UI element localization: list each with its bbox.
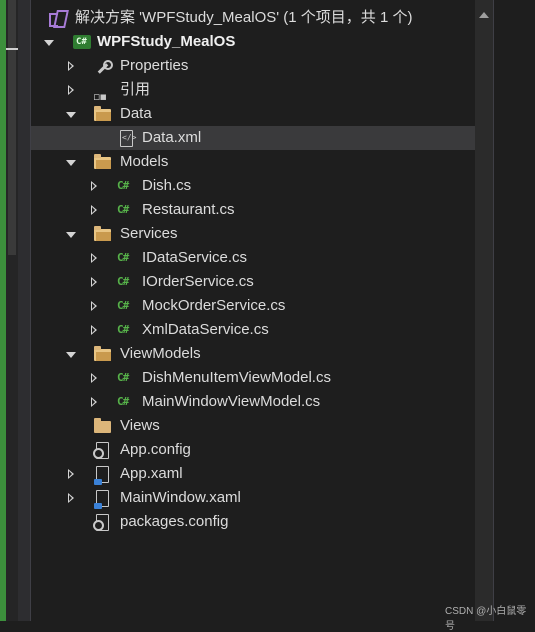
mainwindowviewmodel-cs-label: MainWindowViewModel.cs <box>142 393 321 410</box>
tree-item-xmldataservice-cs[interactable]: C# XmlDataService.cs <box>31 318 475 342</box>
collapse-arrow-icon[interactable] <box>43 30 55 54</box>
collapse-arrow-icon[interactable] <box>65 150 77 174</box>
dish-cs-label: Dish.cs <box>142 177 192 194</box>
watermark: CSDN @小白鼠零号 <box>445 606 527 632</box>
tree-item-views-folder[interactable]: Views <box>31 414 475 438</box>
csharp-file-icon: C# <box>117 299 129 312</box>
solution-icon <box>49 9 69 28</box>
config-file-icon <box>93 513 111 531</box>
xmldataservice-cs-label: XmlDataService.cs <box>142 321 269 338</box>
tree-item-references[interactable]: ▫▪ 引用 <box>31 78 475 103</box>
folder-open-icon <box>93 345 111 363</box>
tree-item-data-folder[interactable]: Data <box>31 102 475 126</box>
tree-item-restaurant-cs[interactable]: C# Restaurant.cs <box>31 198 475 222</box>
tree-item-models-folder[interactable]: Models <box>31 150 475 174</box>
scroll-up-arrow-icon[interactable] <box>479 12 489 18</box>
dishmenuitemviewmodel-cs-label: DishMenuItemViewModel.cs <box>142 369 331 386</box>
tree-item-mockorderservice-cs[interactable]: C# MockOrderService.cs <box>31 294 475 318</box>
tree-item-properties[interactable]: Properties <box>31 54 475 78</box>
expand-arrow-icon[interactable] <box>65 462 77 486</box>
wrench-icon <box>93 57 113 75</box>
tree-item-iorderservice-cs[interactable]: C# IOrderService.cs <box>31 270 475 294</box>
tree-item-project[interactable]: C# WPFStudy_MealOS <box>31 30 475 54</box>
csharp-file-icon: C# <box>117 275 129 288</box>
tree-item-data-xml[interactable]: </> Data.xml <box>31 126 475 150</box>
expand-arrow-icon[interactable] <box>88 198 100 222</box>
expand-arrow-icon[interactable] <box>88 246 100 270</box>
project-label: WPFStudy_MealOS <box>97 33 236 50</box>
mockorderservice-cs-label: MockOrderService.cs <box>142 297 286 314</box>
app-config-label: App.config <box>120 441 191 458</box>
expand-arrow-icon[interactable] <box>88 390 100 414</box>
tree-item-viewmodels-folder[interactable]: ViewModels <box>31 342 475 366</box>
properties-label: Properties <box>120 57 189 74</box>
references-icon: ▫▪ <box>93 90 107 103</box>
expand-arrow-icon[interactable] <box>65 54 77 78</box>
right-edge <box>493 0 535 621</box>
folder-open-icon <box>93 105 111 123</box>
expand-arrow-icon[interactable] <box>88 270 100 294</box>
data-folder-label: Data <box>120 105 152 122</box>
csharp-file-icon: C# <box>117 251 129 264</box>
panel-divider[interactable] <box>18 0 31 621</box>
services-folder-label: Services <box>120 225 178 242</box>
config-file-icon <box>93 441 111 459</box>
csharp-file-icon: C# <box>117 203 129 216</box>
packages-config-label: packages.config <box>120 513 229 530</box>
tree-item-app-config[interactable]: App.config <box>31 438 475 462</box>
data-xml-label: Data.xml <box>142 129 202 146</box>
solution-label: 解决方案 'WPFStudy_MealOS' (1 个项目，共 1 个) <box>75 9 413 26</box>
csharp-file-icon: C# <box>117 371 129 384</box>
tree-item-idataservice-cs[interactable]: C# IDataService.cs <box>31 246 475 270</box>
tree-item-mainwindow-xaml[interactable]: MainWindow.xaml <box>31 486 475 510</box>
xml-file-icon: </> <box>117 129 136 147</box>
folder-open-icon <box>93 153 111 171</box>
expand-arrow-icon[interactable] <box>88 174 100 198</box>
tree-item-dishmenuitemviewmodel-cs[interactable]: C# DishMenuItemViewModel.cs <box>31 366 475 390</box>
expand-arrow-icon[interactable] <box>88 294 100 318</box>
tree-item-services-folder[interactable]: Services <box>31 222 475 246</box>
tree-item-packages-config[interactable]: packages.config <box>31 510 475 534</box>
xaml-file-icon <box>93 465 111 485</box>
csharp-file-icon: C# <box>117 323 129 336</box>
tree-item-app-xaml[interactable]: App.xaml <box>31 462 475 486</box>
tree-item-solution[interactable]: 解决方案 'WPFStudy_MealOS' (1 个项目，共 1 个) <box>31 6 475 30</box>
restaurant-cs-label: Restaurant.cs <box>142 201 235 218</box>
csharp-project-icon: C# <box>73 33 91 51</box>
csharp-file-icon: C# <box>117 179 129 192</box>
expand-arrow-icon[interactable] <box>65 486 77 510</box>
collapse-arrow-icon[interactable] <box>65 222 77 246</box>
references-label: 引用 <box>120 81 151 98</box>
left-gutter <box>6 0 22 621</box>
iorderservice-cs-label: IOrderService.cs <box>142 273 254 290</box>
csharp-file-icon: C# <box>117 395 129 408</box>
folder-icon <box>93 417 111 435</box>
idataservice-cs-label: IDataService.cs <box>142 249 248 266</box>
tree-item-mainwindowviewmodel-cs[interactable]: C# MainWindowViewModel.cs <box>31 390 475 414</box>
views-folder-label: Views <box>120 417 160 434</box>
models-folder-label: Models <box>120 153 169 170</box>
expand-arrow-icon[interactable] <box>88 366 100 390</box>
mainwindow-xaml-label: MainWindow.xaml <box>120 489 241 506</box>
expand-arrow-icon[interactable] <box>65 78 77 102</box>
tree-item-dish-cs[interactable]: C# Dish.cs <box>31 174 475 198</box>
xaml-file-icon <box>93 489 111 509</box>
collapse-arrow-icon[interactable] <box>65 102 77 126</box>
expand-arrow-icon[interactable] <box>88 318 100 342</box>
collapse-arrow-icon[interactable] <box>65 342 77 366</box>
vertical-scrollbar[interactable] <box>475 0 493 621</box>
gutter-scroll-thumb[interactable] <box>8 0 16 255</box>
viewmodels-folder-label: ViewModels <box>120 345 201 362</box>
app-xaml-label: App.xaml <box>120 465 183 482</box>
folder-open-icon <box>93 225 111 243</box>
